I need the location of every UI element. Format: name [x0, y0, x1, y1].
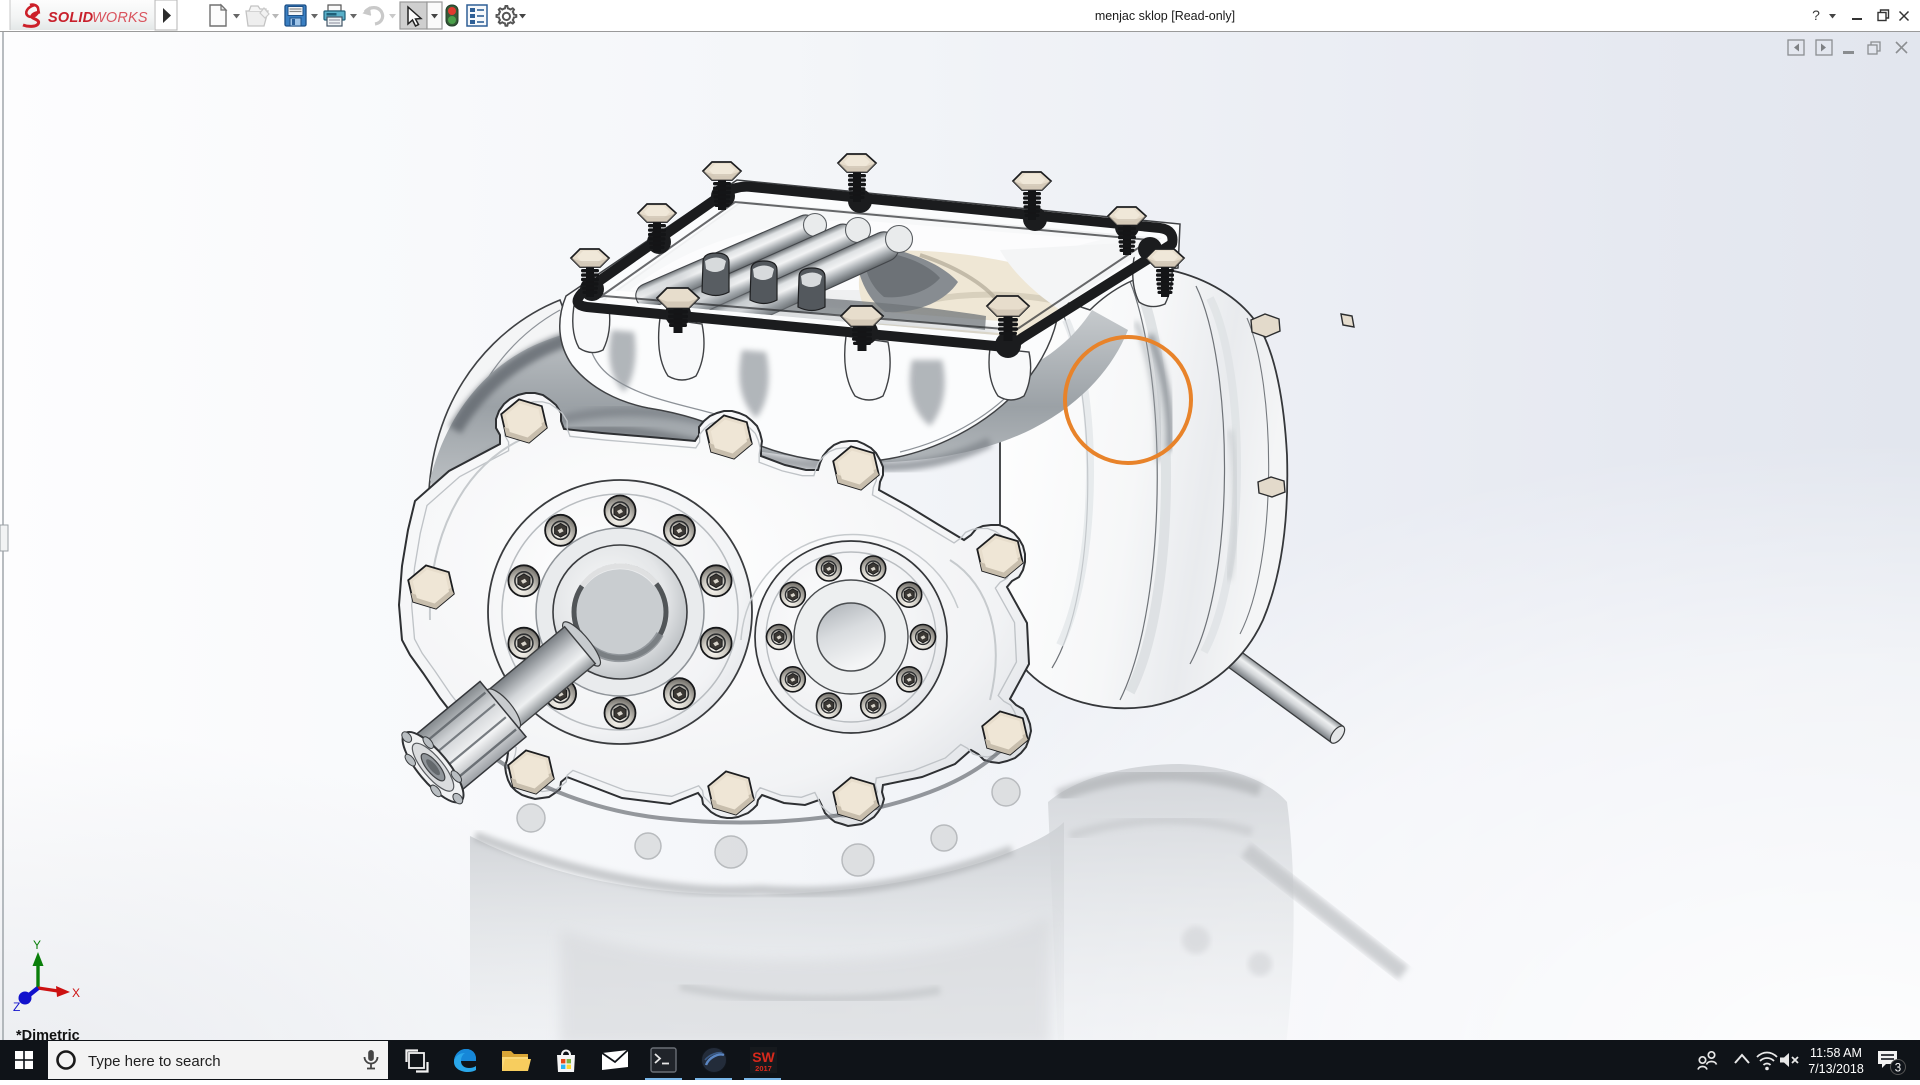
svg-text:Z: Z: [13, 1000, 20, 1014]
svg-text:?: ?: [1812, 7, 1820, 23]
svg-text:Y: Y: [33, 938, 41, 952]
svg-text:WORKS: WORKS: [92, 10, 148, 26]
svg-text:SOLID: SOLID: [48, 10, 94, 26]
svg-text:menjac sklop [Read-only]: menjac sklop [Read-only]: [1095, 9, 1235, 23]
svg-text:X: X: [72, 986, 80, 1000]
